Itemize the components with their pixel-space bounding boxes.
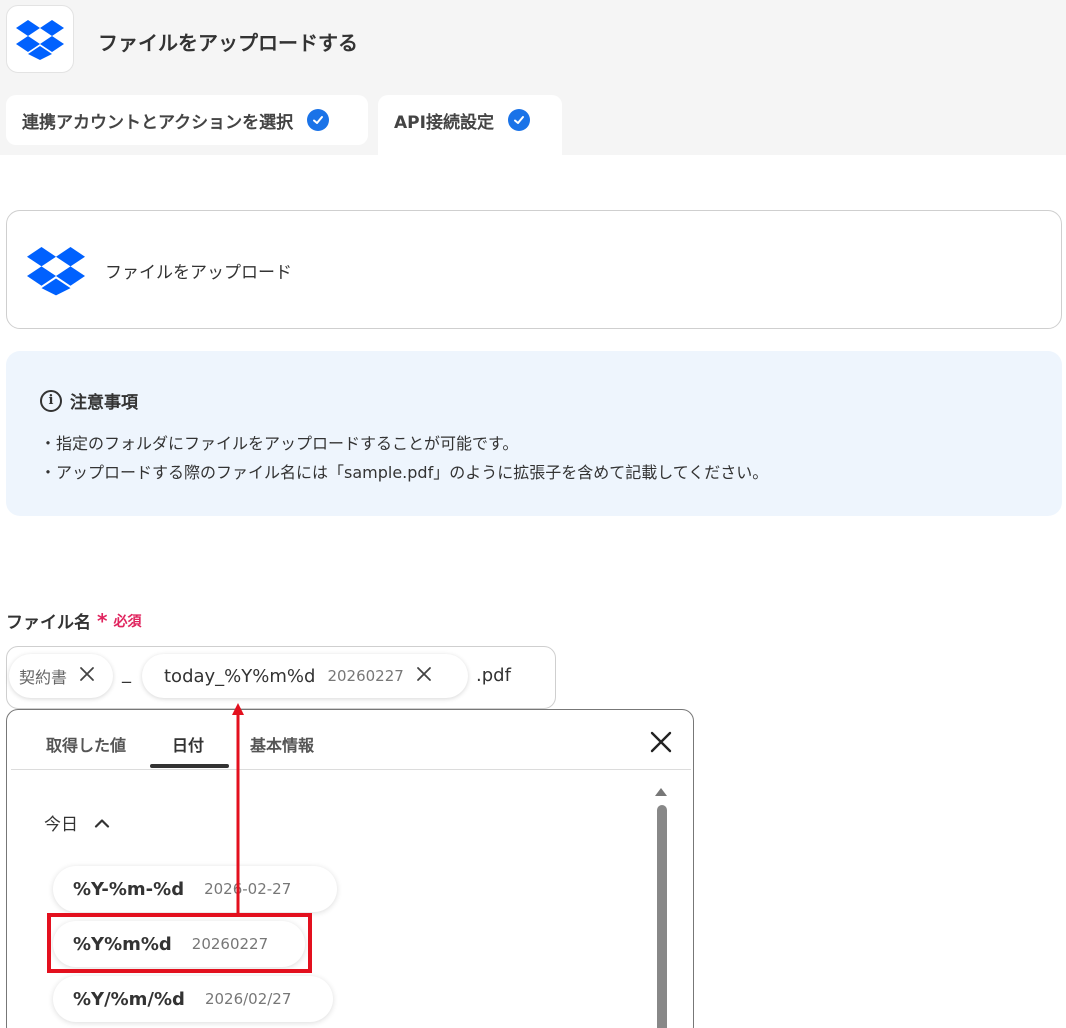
tab-basic-info[interactable]: 基本情報 <box>250 732 314 756</box>
option-format: %Y/%m/%d <box>73 988 185 1010</box>
header-bar: ファイルをアップロードする 連携アカウントとアクションを選択 API接続設定 <box>0 0 1066 155</box>
close-icon[interactable] <box>647 728 675 756</box>
scrollbar-thumb[interactable] <box>657 805 667 1028</box>
action-label: ファイルをアップロード <box>105 263 292 283</box>
date-chip[interactable]: today_%Y%m%d 20260227 <box>142 654 468 698</box>
action-card: ファイルをアップロード <box>6 210 1062 329</box>
chevron-up-icon <box>94 813 110 833</box>
option-preview: 2026-02-27 <box>204 880 292 898</box>
scroll-up-arrow[interactable] <box>655 788 667 796</box>
active-tab-indicator <box>150 764 229 768</box>
field-label-text: ファイル名 <box>6 613 91 633</box>
close-icon[interactable] <box>416 666 432 686</box>
check-circle-icon <box>307 109 330 131</box>
option-preview: 2026/02/27 <box>204 990 292 1008</box>
notice-line: ・指定のフォルダにファイルをアップロードすることが可能です。 <box>40 434 519 453</box>
required-asterisk: * <box>97 608 108 633</box>
page-title: ファイルをアップロードする <box>98 31 358 55</box>
notice-line: ・アップロードする際のファイル名には「sample.pdf」のように拡張子を含め… <box>40 463 769 482</box>
date-format-option[interactable]: %Y-%m-%d 2026-02-27 <box>53 866 337 912</box>
tab-retrieved-values[interactable]: 取得した値 <box>46 732 126 756</box>
section-title: 今日 <box>44 815 78 835</box>
separator-text: _ <box>122 663 131 684</box>
info-icon: i <box>40 389 62 412</box>
tab-date[interactable]: 日付 <box>172 732 204 756</box>
chip-text: 契約書 <box>19 668 68 687</box>
extension-text: .pdf <box>476 665 511 686</box>
highlight-box <box>47 913 312 973</box>
tab-api-settings[interactable]: API接続設定 <box>378 95 562 155</box>
dropbox-icon <box>6 5 74 73</box>
value-chip[interactable]: 契約書 <box>9 654 113 698</box>
chip-expression: today_%Y%m%d <box>164 665 316 687</box>
notice-title: 注意事項 <box>70 393 138 413</box>
check-circle-icon <box>507 109 530 131</box>
today-section-toggle[interactable]: 今日 <box>44 810 110 835</box>
chip-preview: 20260227 <box>327 667 404 685</box>
file-name-input[interactable]: 契約書 _ today_%Y%m%d 20260227 .pdf <box>6 646 556 709</box>
notice-box: i 注意事項 ・指定のフォルダにファイルをアップロードすることが可能です。 ・ア… <box>6 351 1062 516</box>
close-icon[interactable] <box>79 666 95 686</box>
tab-label: API接続設定 <box>394 112 494 133</box>
required-text: 必須 <box>113 613 142 630</box>
date-format-option[interactable]: %Y/%m/%d 2026/02/27 <box>53 976 333 1022</box>
value-picker-popup: 取得した値 日付 基本情報 今日 %Y-%m-%d 2026-02-27 %Y%… <box>6 709 694 1028</box>
divider <box>11 769 691 770</box>
notice-heading: i 注意事項 <box>40 388 138 413</box>
tab-account-action[interactable]: 連携アカウントとアクションを選択 <box>6 95 368 145</box>
tab-label: 連携アカウントとアクションを選択 <box>22 112 294 133</box>
option-format: %Y-%m-%d <box>73 878 185 900</box>
dropbox-icon <box>27 244 85 300</box>
file-name-label: ファイル名 * 必須 <box>6 608 142 634</box>
